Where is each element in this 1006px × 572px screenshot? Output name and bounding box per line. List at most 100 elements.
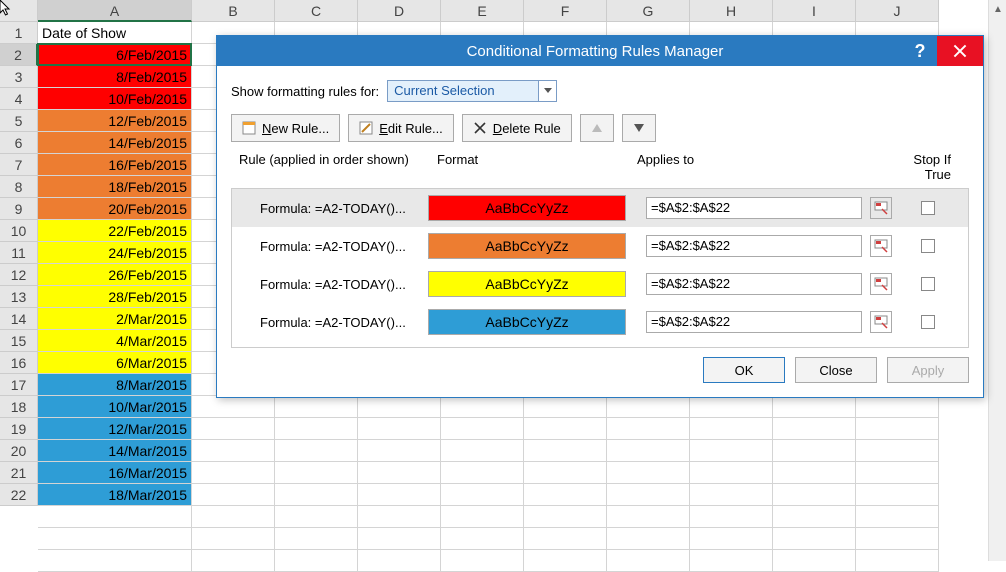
scope-dropdown[interactable]: Current Selection	[387, 80, 557, 102]
cell-E20[interactable]	[441, 440, 524, 462]
row-head-14[interactable]: 14	[0, 308, 38, 330]
cell-blank[interactable]	[38, 528, 192, 550]
cell-blank[interactable]	[690, 528, 773, 550]
cell-E18[interactable]	[441, 396, 524, 418]
cell-J21[interactable]	[856, 462, 939, 484]
close-button[interactable]	[937, 36, 983, 66]
cell-A12[interactable]: 26/Feb/2015	[38, 264, 192, 286]
col-head-A[interactable]: A	[38, 0, 192, 22]
cell-D19[interactable]	[358, 418, 441, 440]
cell-blank[interactable]	[358, 528, 441, 550]
cell-J22[interactable]	[856, 484, 939, 506]
cell-D18[interactable]	[358, 396, 441, 418]
stop-if-true-checkbox[interactable]	[921, 201, 935, 215]
row-head-17[interactable]: 17	[0, 374, 38, 396]
col-head-C[interactable]: C	[275, 0, 358, 22]
cell-C21[interactable]	[275, 462, 358, 484]
cell-A11[interactable]: 24/Feb/2015	[38, 242, 192, 264]
cell-blank[interactable]	[192, 506, 275, 528]
stop-if-true-checkbox[interactable]	[921, 315, 935, 329]
row-head-7[interactable]: 7	[0, 154, 38, 176]
ok-button[interactable]: OK	[703, 357, 785, 383]
cell-B21[interactable]	[192, 462, 275, 484]
help-button[interactable]: ?	[903, 36, 937, 66]
delete-rule-button[interactable]: Delete Rule	[462, 114, 572, 142]
cell-A5[interactable]: 12/Feb/2015	[38, 110, 192, 132]
cell-F19[interactable]	[524, 418, 607, 440]
cell-C20[interactable]	[275, 440, 358, 462]
cell-A14[interactable]: 2/Mar/2015	[38, 308, 192, 330]
cell-blank[interactable]	[690, 506, 773, 528]
cell-blank[interactable]	[441, 506, 524, 528]
row-head-18[interactable]: 18	[0, 396, 38, 418]
cell-E19[interactable]	[441, 418, 524, 440]
cell-I19[interactable]	[773, 418, 856, 440]
cell-C18[interactable]	[275, 396, 358, 418]
row-head-20[interactable]: 20	[0, 440, 38, 462]
row-head-16[interactable]: 16	[0, 352, 38, 374]
cell-blank[interactable]	[607, 506, 690, 528]
cell-G22[interactable]	[607, 484, 690, 506]
cell-blank[interactable]	[607, 528, 690, 550]
cell-I21[interactable]	[773, 462, 856, 484]
cell-blank[interactable]	[773, 506, 856, 528]
cell-J18[interactable]	[856, 396, 939, 418]
rule-row[interactable]: Formula: =A2-TODAY()... AaBbCcYyZz =$A$2…	[232, 265, 968, 303]
scroll-up-icon[interactable]: ▲	[989, 0, 1006, 18]
cell-F20[interactable]	[524, 440, 607, 462]
cell-D21[interactable]	[358, 462, 441, 484]
cell-blank[interactable]	[192, 528, 275, 550]
cell-A10[interactable]: 22/Feb/2015	[38, 220, 192, 242]
cell-blank[interactable]	[773, 528, 856, 550]
range-selector-button[interactable]	[870, 197, 892, 219]
cell-blank[interactable]	[856, 506, 939, 528]
cell-D20[interactable]	[358, 440, 441, 462]
row-head-11[interactable]: 11	[0, 242, 38, 264]
rule-row[interactable]: Formula: =A2-TODAY()... AaBbCcYyZz =$A$2…	[232, 227, 968, 265]
cell-H18[interactable]	[690, 396, 773, 418]
col-head-J[interactable]: J	[856, 0, 939, 22]
col-head-D[interactable]: D	[358, 0, 441, 22]
cell-A18[interactable]: 10/Mar/2015	[38, 396, 192, 418]
row-head-12[interactable]: 12	[0, 264, 38, 286]
cell-blank[interactable]	[524, 528, 607, 550]
cell-blank[interactable]	[773, 550, 856, 572]
cell-blank[interactable]	[856, 528, 939, 550]
cell-blank[interactable]	[275, 528, 358, 550]
cell-A3[interactable]: 8/Feb/2015	[38, 66, 192, 88]
range-selector-button[interactable]	[870, 235, 892, 257]
rule-row[interactable]: Formula: =A2-TODAY()... AaBbCcYyZz =$A$2…	[232, 303, 968, 341]
cell-blank[interactable]	[358, 506, 441, 528]
cell-H19[interactable]	[690, 418, 773, 440]
row-head-8[interactable]: 8	[0, 176, 38, 198]
cell-blank[interactable]	[607, 550, 690, 572]
cell-C19[interactable]	[275, 418, 358, 440]
cell-A4[interactable]: 10/Feb/2015	[38, 88, 192, 110]
cell-blank[interactable]	[441, 550, 524, 572]
cell-A9[interactable]: 20/Feb/2015	[38, 198, 192, 220]
rule-row[interactable]: Formula: =A2-TODAY()... AaBbCcYyZz =$A$2…	[232, 189, 968, 227]
cell-F21[interactable]	[524, 462, 607, 484]
cell-A2[interactable]: 6/Feb/2015	[38, 44, 192, 66]
cell-C22[interactable]	[275, 484, 358, 506]
cell-A21[interactable]: 16/Mar/2015	[38, 462, 192, 484]
row-head-22[interactable]: 22	[0, 484, 38, 506]
row-head-1[interactable]: 1	[0, 22, 38, 44]
row-head-19[interactable]: 19	[0, 418, 38, 440]
cell-A7[interactable]: 16/Feb/2015	[38, 154, 192, 176]
cell-A1[interactable]: Date of Show	[38, 22, 192, 44]
cell-A22[interactable]: 18/Mar/2015	[38, 484, 192, 506]
cell-J19[interactable]	[856, 418, 939, 440]
cell-F22[interactable]	[524, 484, 607, 506]
row-head-15[interactable]: 15	[0, 330, 38, 352]
cell-I20[interactable]	[773, 440, 856, 462]
cell-blank[interactable]	[856, 550, 939, 572]
cell-G20[interactable]	[607, 440, 690, 462]
cell-J20[interactable]	[856, 440, 939, 462]
move-down-button[interactable]	[622, 114, 656, 142]
cell-blank[interactable]	[690, 550, 773, 572]
row-head-13[interactable]: 13	[0, 286, 38, 308]
cell-E21[interactable]	[441, 462, 524, 484]
rule-applies-input[interactable]: =$A$2:$A$22	[646, 273, 862, 295]
col-head-E[interactable]: E	[441, 0, 524, 22]
